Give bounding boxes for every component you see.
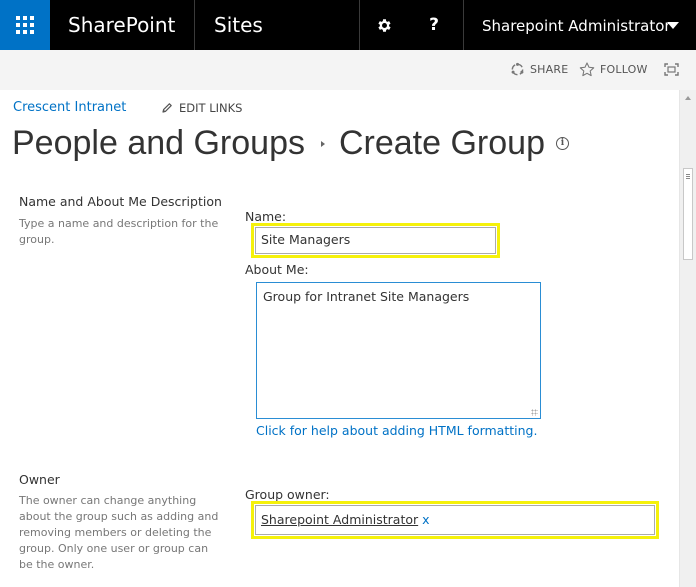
gear-icon <box>377 18 391 32</box>
remove-owner-button[interactable]: x <box>422 512 429 527</box>
about-me-textarea[interactable]: Group for Intranet Site Managers <box>256 282 541 419</box>
about-me-value: Group for Intranet Site Managers <box>263 289 470 304</box>
divider <box>463 0 464 50</box>
name-input[interactable]: Site Managers <box>255 227 496 254</box>
section-heading-owner: Owner <box>19 472 60 487</box>
user-menu[interactable]: Sharepoint Administrator <box>482 17 671 35</box>
follow-button[interactable]: FOLLOW <box>579 62 648 77</box>
about-me-label: About Me: <box>245 262 309 277</box>
breadcrumb-arrow-icon <box>320 140 325 147</box>
brand-title[interactable]: SharePoint <box>68 13 175 37</box>
divider <box>194 0 195 50</box>
info-icon[interactable]: i <box>555 137 569 150</box>
owner-entity[interactable]: Sharepoint Administrator <box>261 512 418 527</box>
settings-button[interactable] <box>366 0 402 50</box>
page-title-parent[interactable]: People and Groups <box>12 124 305 163</box>
edit-links-button[interactable]: EDIT LINKS <box>161 101 242 115</box>
help-button[interactable]: ? <box>418 0 450 50</box>
owner-highlight: Sharepoint Administrator x <box>251 501 659 539</box>
share-icon <box>511 62 524 76</box>
scrollbar-thumb[interactable] <box>683 168 693 260</box>
group-owner-label: Group owner: <box>245 487 330 502</box>
page-title: People and Groups Create Group i <box>12 124 569 163</box>
focus-on-content-icon[interactable] <box>664 63 679 76</box>
sites-link[interactable]: Sites <box>214 13 263 37</box>
share-button[interactable]: SHARE <box>510 62 568 77</box>
site-link[interactable]: Crescent Intranet <box>13 100 126 115</box>
section-description-name: Type a name and description for the grou… <box>19 217 219 246</box>
section-description-owner: The owner can change anything about the … <box>19 494 219 571</box>
follow-label: FOLLOW <box>600 63 648 76</box>
page-title-current: Create Group <box>338 124 545 162</box>
app-launcher-button[interactable] <box>0 0 50 50</box>
edit-links-label: EDIT LINKS <box>179 101 243 115</box>
star-icon <box>579 62 595 77</box>
share-label: SHARE <box>530 63 569 76</box>
section-heading-name: Name and About Me Description <box>19 194 222 209</box>
resize-grip-icon[interactable] <box>531 409 538 416</box>
name-highlight: Site Managers <box>251 223 500 258</box>
pencil-icon <box>162 103 172 113</box>
name-label: Name: <box>245 209 287 224</box>
divider <box>359 0 360 50</box>
waffle-icon <box>16 16 34 34</box>
chevron-down-icon[interactable] <box>667 22 679 29</box>
vertical-scrollbar[interactable] <box>679 90 696 587</box>
group-owner-input[interactable]: Sharepoint Administrator x <box>255 505 655 535</box>
suite-bar: SharePoint Sites ? Sharepoint Administra… <box>0 0 696 50</box>
scroll-up-arrow-icon[interactable] <box>685 96 691 100</box>
html-help-link[interactable]: Click for help about adding HTML formatt… <box>256 423 537 438</box>
